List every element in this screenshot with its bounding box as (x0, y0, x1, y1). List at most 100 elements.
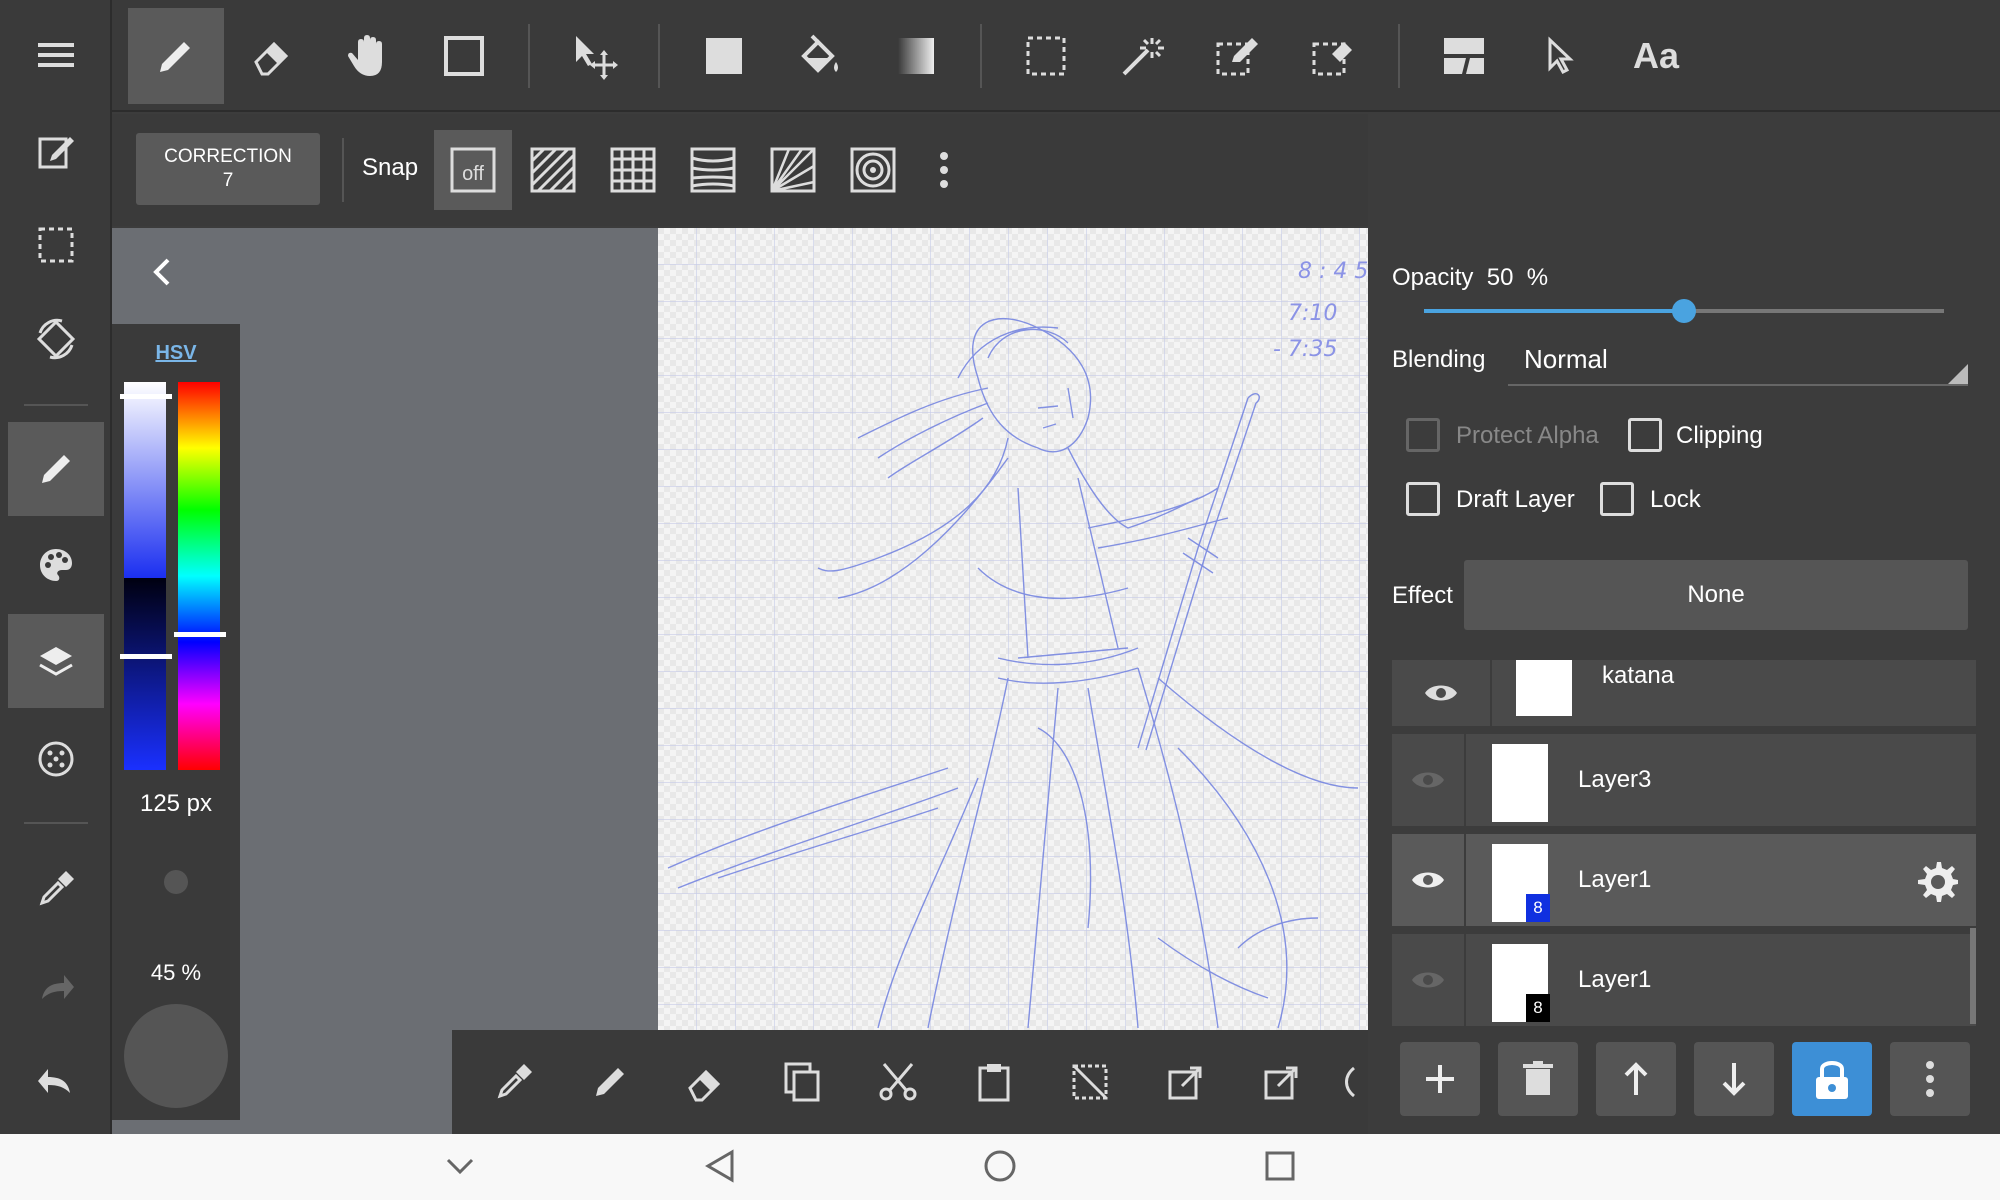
hue-handle[interactable] (174, 632, 226, 637)
layer-row-layer1[interactable]: 8 Layer1 (1392, 934, 1976, 1030)
snap-grid-icon[interactable] (594, 130, 672, 210)
frame-divider-icon[interactable] (1416, 8, 1512, 104)
layer-name: Layer1 (1578, 866, 1652, 893)
fill-rectangle-icon[interactable] (676, 8, 772, 104)
menu-icon[interactable] (8, 8, 104, 102)
correction-button[interactable]: CORRECTION 7 (136, 133, 320, 205)
value-handle[interactable] (120, 654, 172, 659)
dropdown-triangle-icon[interactable] (1948, 364, 1968, 384)
lock-layer-icon[interactable] (1792, 1042, 1872, 1116)
add-layer-icon[interactable] (1400, 1042, 1480, 1116)
separator (24, 404, 88, 406)
text-tool-icon[interactable]: Aa (1608, 8, 1704, 104)
move-layer-up-icon[interactable] (1596, 1042, 1676, 1116)
layer-row-layer1-selected[interactable]: 8 Layer1 (1392, 834, 1976, 930)
magic-wand-icon[interactable] (1094, 8, 1190, 104)
brush-size-value[interactable]: 125 px (112, 790, 240, 818)
layer-list-scrollbar[interactable] (1970, 928, 1976, 1024)
more-tools-icon[interactable] (1340, 1050, 1368, 1114)
selection-icon[interactable] (8, 198, 104, 292)
effect-button[interactable]: None (1464, 560, 1968, 630)
clipping-checkbox[interactable] (1628, 418, 1662, 452)
pen-tool-icon[interactable] (128, 8, 224, 104)
eye-icon[interactable] (1392, 660, 1492, 726)
system-navigation-bar (0, 1134, 2000, 1200)
lock-checkbox[interactable] (1600, 482, 1634, 516)
current-color-swatch[interactable] (124, 1004, 228, 1108)
material-icon[interactable] (8, 712, 104, 806)
rotate-canvas-icon[interactable] (8, 292, 104, 386)
shape-tool-icon[interactable] (416, 8, 512, 104)
selection-eraser-icon[interactable] (1286, 8, 1382, 104)
snap-off-button[interactable]: off (434, 130, 512, 210)
eye-icon[interactable] (1392, 834, 1466, 926)
select-tool-icon[interactable] (998, 8, 1094, 104)
drawing-canvas[interactable]: 8 : 4 5 7:10 - 7:35 (658, 228, 1368, 1030)
recents-icon[interactable] (1258, 1144, 1302, 1188)
opacity-slider-handle[interactable] (1672, 299, 1696, 323)
protect-alpha-label: Protect Alpha (1456, 422, 1599, 449)
paste-icon[interactable] (962, 1050, 1026, 1114)
snap-radial-icon[interactable] (754, 130, 832, 210)
gradient-tool-icon[interactable] (868, 8, 964, 104)
edit-canvas-icon[interactable] (8, 104, 104, 198)
snap-parallel-icon[interactable] (514, 130, 592, 210)
home-icon[interactable] (978, 1144, 1022, 1188)
brush-icon[interactable] (8, 422, 104, 516)
canvas-note-1: 8 : 4 5 (1298, 259, 1368, 284)
eye-icon[interactable] (1392, 934, 1466, 1026)
layer-row-katana[interactable]: katana (1392, 660, 1976, 730)
hand-tool-icon[interactable] (320, 8, 416, 104)
value-bar[interactable] (124, 578, 166, 770)
palette-icon[interactable] (8, 518, 104, 612)
snap-perspective-icon[interactable] (674, 130, 752, 210)
layer-more-icon[interactable] (1890, 1042, 1970, 1116)
hue-bar[interactable] (178, 382, 220, 770)
saturation-handle[interactable] (120, 394, 172, 399)
layer-row-layer3[interactable]: Layer3 (1392, 734, 1976, 830)
collapse-panel-icon[interactable] (142, 252, 182, 292)
eraser-tool-icon[interactable] (224, 8, 320, 104)
import-selection-icon[interactable] (1250, 1050, 1314, 1114)
hide-keyboard-icon[interactable] (438, 1144, 482, 1188)
back-icon[interactable] (698, 1144, 742, 1188)
pen-icon[interactable] (578, 1050, 642, 1114)
saturation-bar[interactable] (124, 382, 166, 578)
color-mode-toggle[interactable]: HSV (112, 342, 240, 365)
protect-alpha-checkbox[interactable] (1406, 418, 1440, 452)
snap-circle-icon[interactable] (834, 130, 912, 210)
move-tool-icon[interactable] (546, 8, 642, 104)
layer-name: Layer1 (1578, 966, 1652, 993)
layer-name: katana (1602, 662, 1675, 689)
eye-icon[interactable] (1392, 734, 1466, 826)
layers-icon[interactable] (8, 614, 104, 708)
export-selection-icon[interactable] (1154, 1050, 1218, 1114)
blending-label: Blending (1392, 346, 1486, 373)
selection-pen-icon[interactable] (1190, 8, 1286, 104)
canvas-note-2: 7:10 (1288, 301, 1337, 326)
cursor-icon[interactable] (1512, 8, 1608, 104)
undo-icon[interactable] (8, 1034, 104, 1128)
brush-settings-bar: CORRECTION 7 Snap off (112, 114, 1368, 226)
hsv-sliders[interactable] (120, 382, 232, 782)
bucket-tool-icon[interactable] (772, 8, 868, 104)
delete-layer-icon[interactable] (1498, 1042, 1578, 1116)
more-options-icon[interactable] (912, 130, 976, 210)
cut-icon[interactable] (866, 1050, 930, 1114)
deselect-icon[interactable] (1058, 1050, 1122, 1114)
color-panel: HSV 125 px 45 % (112, 324, 240, 1120)
draft-layer-checkbox[interactable] (1406, 482, 1440, 516)
eraser-icon[interactable] (674, 1050, 738, 1114)
blending-mode-select[interactable]: Normal (1524, 344, 1608, 375)
copy-icon[interactable] (770, 1050, 834, 1114)
opacity-unit: % (1526, 264, 1549, 291)
brush-opacity-value[interactable]: 45 % (112, 960, 240, 986)
separator (528, 24, 530, 88)
eyedropper-icon[interactable] (482, 1050, 546, 1114)
eyedropper-icon[interactable] (8, 842, 104, 936)
gear-icon[interactable] (1916, 860, 1958, 902)
separator (1398, 24, 1400, 88)
move-layer-down-icon[interactable] (1694, 1042, 1774, 1116)
redo-icon[interactable] (8, 940, 104, 1034)
canvas-note-3: - 7:35 (1273, 337, 1337, 362)
